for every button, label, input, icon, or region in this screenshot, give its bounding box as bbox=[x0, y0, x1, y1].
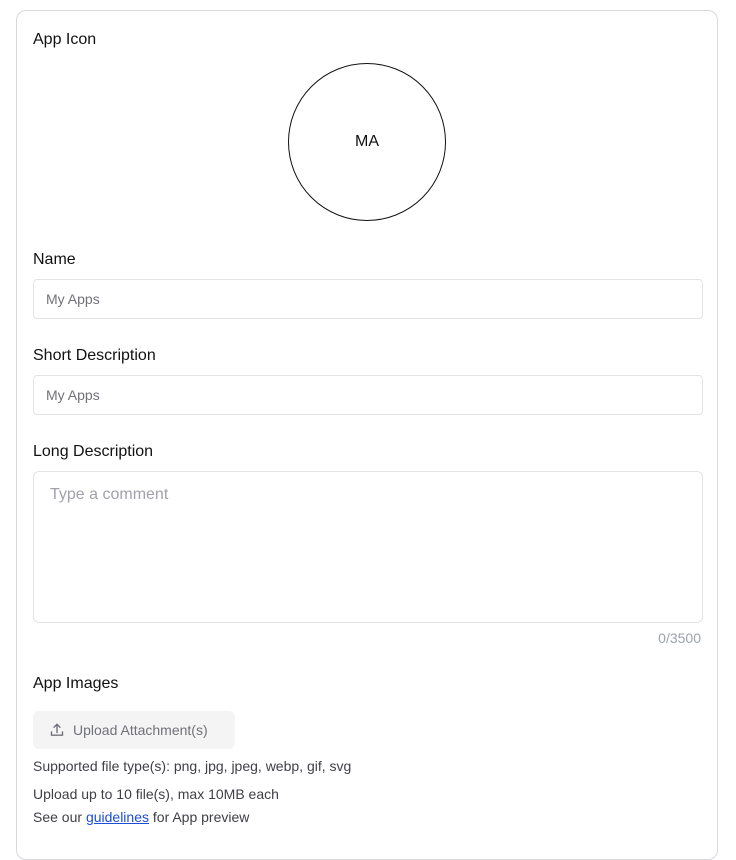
name-input[interactable] bbox=[33, 279, 703, 319]
guidelines-note: See our guidelines for App preview bbox=[33, 808, 249, 826]
app-icon-avatar[interactable]: MA bbox=[288, 63, 446, 221]
app-icon-initials: MA bbox=[355, 133, 379, 150]
upload-button-label: Upload Attachment(s) bbox=[73, 722, 208, 738]
upload-icon bbox=[49, 722, 65, 738]
guidelines-prefix: See our bbox=[33, 809, 83, 825]
character-counter: 0/3500 bbox=[658, 630, 701, 646]
short-description-label: Short Description bbox=[33, 347, 156, 364]
guidelines-suffix: for App preview bbox=[152, 809, 250, 825]
app-icon-label: App Icon bbox=[33, 31, 97, 48]
short-description-input[interactable] bbox=[33, 375, 703, 415]
upload-limits: Upload up to 10 file(s), max 10MB each bbox=[33, 786, 279, 802]
upload-attachments-button[interactable]: Upload Attachment(s) bbox=[33, 711, 235, 749]
long-description-label: Long Description bbox=[33, 443, 154, 460]
guidelines-link[interactable]: guidelines bbox=[86, 809, 149, 825]
name-label: Name bbox=[33, 251, 76, 268]
app-form-card: App Icon MA Name Short Description Long … bbox=[16, 10, 718, 860]
app-images-label: App Images bbox=[33, 675, 119, 692]
long-description-textarea[interactable] bbox=[33, 471, 703, 623]
supported-file-types: Supported file type(s): png, jpg, jpeg, … bbox=[33, 758, 352, 774]
